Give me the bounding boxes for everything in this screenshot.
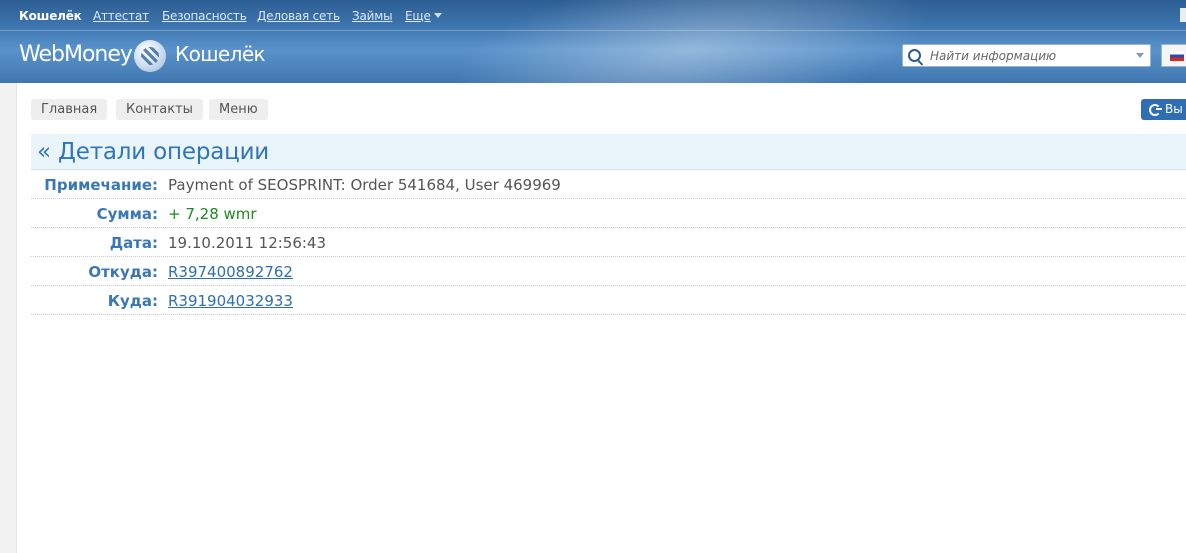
search-input[interactable] [930, 47, 1126, 64]
page-title-band: « Детали операции [31, 134, 1186, 170]
detail-row-amount: Сумма: + 7,28 wmr [31, 199, 1186, 228]
from-wallet-link[interactable]: R397400892762 [168, 263, 293, 281]
topnav-item-attestat[interactable]: Аттестат [93, 9, 149, 23]
topnav-item-more[interactable]: Еще [405, 9, 431, 23]
topnav-item-business-network[interactable]: Деловая сеть [257, 9, 340, 23]
chevron-down-icon[interactable] [434, 13, 442, 18]
detail-row-to: Куда: R391904032933 [31, 286, 1186, 315]
from-value: R397400892762 [168, 263, 293, 281]
detail-row-from: Откуда: R397400892762 [31, 257, 1186, 286]
top-navigation: Кошелёк Аттестат Безопасность Деловая се… [0, 0, 1186, 31]
language-selector[interactable] [1161, 44, 1186, 67]
amount-label: Сумма: [96, 205, 158, 223]
amount-value: + 7,28 wmr [168, 205, 257, 223]
to-label: Куда: [107, 292, 158, 310]
search-dropdown-arrow-icon[interactable] [1136, 53, 1144, 58]
detail-row-note: Примечание: Payment of SEOSPRINT: Order … [31, 170, 1186, 199]
contacts-button[interactable]: Контакты [116, 99, 203, 120]
date-label: Дата: [109, 234, 158, 252]
header: Кошелёк Аттестат Безопасность Деловая се… [0, 0, 1186, 83]
topnav-item-security[interactable]: Безопасность [162, 9, 247, 23]
logout-label: Вы [1165, 102, 1183, 116]
date-value: 19.10.2011 12:56:43 [168, 234, 327, 252]
search-box[interactable] [902, 44, 1151, 67]
operation-details: Примечание: Payment of SEOSPRINT: Order … [31, 170, 1186, 315]
detail-row-date: Дата: 19.10.2011 12:56:43 [31, 228, 1186, 257]
logout-icon [1149, 104, 1162, 116]
search-icon[interactable] [908, 49, 921, 62]
to-wallet-link[interactable]: R391904032933 [168, 292, 293, 310]
logo-brand-text: WebMoney [19, 42, 133, 67]
window-corner [1180, 8, 1186, 22]
logout-button[interactable]: Вы [1141, 99, 1186, 120]
menu-button[interactable]: Меню [209, 99, 268, 120]
page-left-rail [0, 83, 17, 553]
webmoney-globe-icon [134, 40, 166, 72]
topnav-item-loans[interactable]: Займы [352, 9, 393, 23]
to-value: R391904032933 [168, 292, 293, 310]
topnav-item-koshelek[interactable]: Кошелёк [19, 9, 82, 23]
note-value: Payment of SEOSPRINT: Order 541684, User… [168, 176, 561, 194]
logo-product-text: Кошелёк [175, 42, 266, 66]
russian-flag-icon [1170, 51, 1184, 61]
note-label: Примечание: [44, 176, 158, 194]
from-label: Откуда: [88, 263, 158, 281]
page-title[interactable]: « Детали операции [37, 139, 269, 165]
home-button[interactable]: Главная [31, 99, 108, 120]
